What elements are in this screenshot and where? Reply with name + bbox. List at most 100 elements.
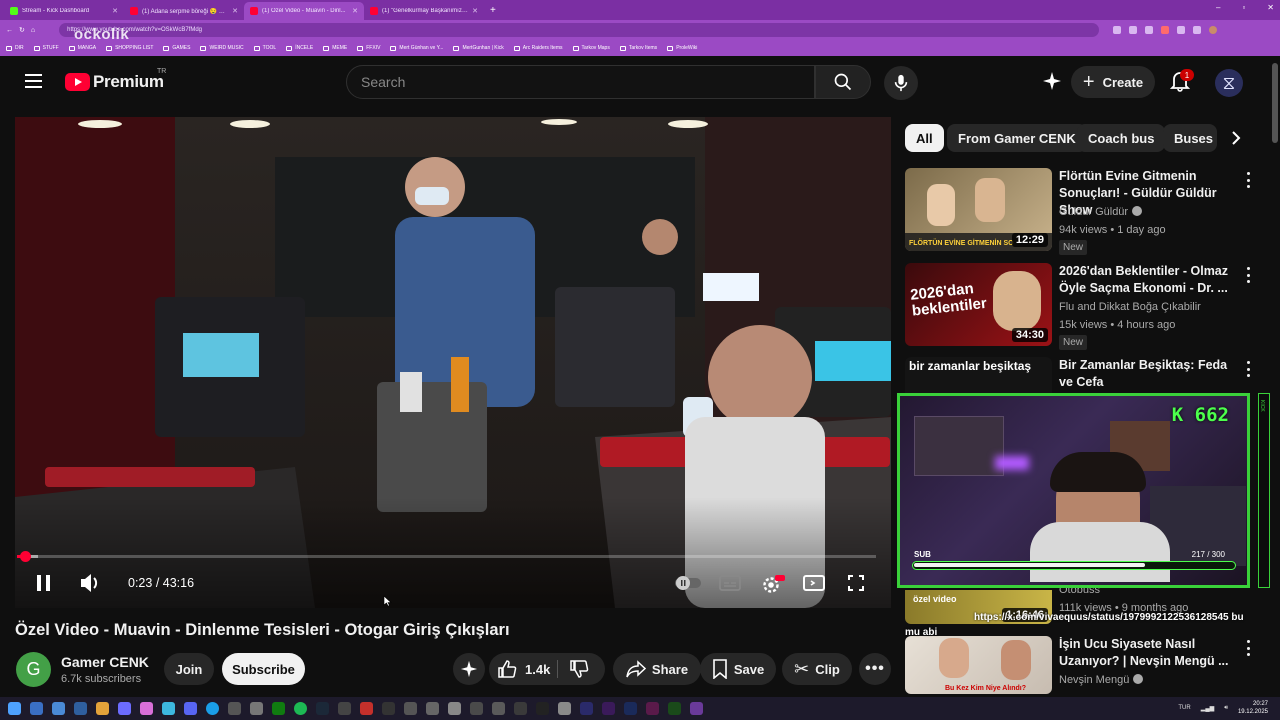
- recommendation-item[interactable]: Bu Kez Kim Niye Alındı? İşin Ucu Siyaset…: [905, 636, 1265, 694]
- bookmark-item[interactable]: DIR: [6, 45, 24, 51]
- taskbar-app-icon[interactable]: [250, 702, 263, 715]
- network-icon[interactable]: ▂▄▆: [1201, 705, 1214, 712]
- taskbar-app-icon[interactable]: [404, 702, 417, 715]
- join-button[interactable]: Join: [164, 653, 214, 685]
- new-tab-button[interactable]: +: [490, 5, 496, 16]
- bookmark-item[interactable]: ProleWiki: [667, 45, 697, 51]
- recommendation-channel[interactable]: Güldür Güldür: [1059, 206, 1143, 218]
- bookmark-item[interactable]: GAMES: [163, 45, 190, 51]
- taskbar-app-icon[interactable]: [536, 702, 549, 715]
- recommendation-channel[interactable]: Nevşin Mengü: [1059, 674, 1144, 686]
- taskbar-app-icon[interactable]: [272, 702, 285, 715]
- browser-tab[interactable]: (1) Adana serpme böreği 🤤 #bö... ✕: [124, 2, 244, 20]
- more-vertical-icon[interactable]: [1246, 267, 1250, 283]
- create-button[interactable]: + Create: [1071, 66, 1155, 98]
- recommendation-item[interactable]: özel video 1:16:46 Otobüss 111k views • …: [905, 584, 1265, 630]
- recommendation-channel[interactable]: Flu and Dikkat Boğa Çıkabilir: [1059, 301, 1201, 313]
- bookmark-item[interactable]: FFXIV: [357, 45, 380, 51]
- extension-icon[interactable]: [1161, 26, 1170, 34]
- ai-sparkle-icon[interactable]: [1042, 71, 1062, 96]
- fullscreen-button[interactable]: [847, 574, 865, 597]
- home-icon[interactable]: ⌂: [31, 27, 35, 34]
- bookmark-item[interactable]: MANGA: [68, 45, 96, 51]
- close-window-button[interactable]: ✕: [1267, 3, 1274, 12]
- bookmark-item[interactable]: Tarkov Maps: [572, 45, 610, 51]
- volume-button[interactable]: [79, 570, 101, 601]
- taskbar-app-icon[interactable]: [514, 702, 527, 715]
- bookmark-item[interactable]: Arc Raiders Items: [513, 45, 563, 51]
- chips-next-button[interactable]: [1222, 124, 1250, 152]
- taskbar-app-icon[interactable]: [624, 702, 637, 715]
- bookmark-item[interactable]: İNCELE: [286, 45, 313, 51]
- search-input[interactable]: Search: [346, 65, 815, 99]
- video-thumbnail[interactable]: Bu Kez Kim Niye Alındı?: [905, 636, 1052, 694]
- minimize-button[interactable]: –: [1216, 3, 1220, 12]
- page-scrollbar[interactable]: [1270, 57, 1280, 697]
- taskbar-app-icon[interactable]: [52, 702, 65, 715]
- subtitles-button[interactable]: [719, 574, 741, 597]
- taskbar-app-icon[interactable]: [96, 702, 109, 715]
- taskbar-app-icon[interactable]: [646, 702, 659, 715]
- maximize-button[interactable]: ▫: [1242, 3, 1245, 12]
- close-tab-icon[interactable]: ✕: [112, 7, 118, 15]
- taskbar-app-icon[interactable]: [360, 702, 373, 715]
- reload-icon[interactable]: ↻: [19, 26, 25, 34]
- taskbar-app-icon[interactable]: [140, 702, 153, 715]
- spotify-icon[interactable]: [294, 702, 307, 715]
- more-vertical-icon[interactable]: [1246, 172, 1250, 188]
- taskbar-app-icon[interactable]: [580, 702, 593, 715]
- channel-avatar[interactable]: G: [16, 652, 51, 687]
- save-button[interactable]: Save: [700, 653, 776, 685]
- extension-icon[interactable]: [1113, 26, 1122, 34]
- taskbar-app-icon[interactable]: [162, 702, 175, 715]
- language-indicator[interactable]: TUR: [1178, 705, 1190, 711]
- taskbar-app-icon[interactable]: [668, 702, 681, 715]
- browser-tab[interactable]: Stream - Kick Dashboard ✕: [4, 2, 124, 20]
- back-icon[interactable]: ←: [6, 27, 13, 34]
- recommendation-item[interactable]: bir zamanlar beşiktaş Bir Zamanlar Beşik…: [905, 357, 1265, 393]
- taskbar-app-icon[interactable]: [228, 702, 241, 715]
- settings-button[interactable]: [761, 574, 785, 601]
- scrollbar-thumb[interactable]: [1272, 63, 1278, 143]
- chip-all[interactable]: All: [905, 124, 944, 152]
- bookmark-item[interactable]: Tarkov Items: [619, 45, 657, 51]
- recommendation-title[interactable]: İşin Ucu Siyasete Nasıl Uzanıyor? | Nevş…: [1059, 636, 1237, 670]
- volume-tray-icon[interactable]: 🔊︎: [1224, 705, 1228, 712]
- recommendation-title[interactable]: Bir Zamanlar Beşiktaş: Feda ve Cefa: [1059, 357, 1237, 391]
- taskbar-app-icon[interactable]: [470, 702, 483, 715]
- video-thumbnail[interactable]: 2026'dan beklentiler 34:30: [905, 263, 1052, 346]
- profile-avatar-icon[interactable]: [1209, 26, 1218, 34]
- close-tab-icon[interactable]: ✕: [232, 7, 238, 15]
- taskbar-app-icon[interactable]: [690, 702, 703, 715]
- taskbar-app-icon[interactable]: [382, 702, 395, 715]
- more-actions-button[interactable]: •••: [859, 653, 891, 685]
- account-avatar[interactable]: ⧖: [1215, 69, 1243, 97]
- browser-tab[interactable]: (1) "Genelkurmay Başkanımız sıı... ✕: [364, 2, 484, 20]
- more-vertical-icon[interactable]: [1246, 640, 1250, 656]
- taskbar-app-icon[interactable]: [118, 702, 131, 715]
- video-player[interactable]: [15, 117, 891, 608]
- extension-icon[interactable]: [1129, 26, 1138, 34]
- subscribe-button[interactable]: Subscribe: [222, 653, 305, 685]
- search-button[interactable]: [815, 65, 871, 99]
- theater-mode-button[interactable]: [803, 574, 825, 597]
- progress-bar[interactable]: [17, 551, 876, 562]
- taskbar-app-icon[interactable]: [492, 702, 505, 715]
- voice-search-button[interactable]: [884, 66, 918, 100]
- taskbar-app-icon[interactable]: [74, 702, 87, 715]
- like-button[interactable]: 1.4k: [497, 659, 550, 679]
- ask-ai-button[interactable]: [453, 653, 485, 685]
- recommendation-item[interactable]: 2026'dan beklentiler 34:30 2026'dan Bekl…: [905, 263, 1265, 353]
- extension-icon[interactable]: [1145, 26, 1154, 34]
- pause-button[interactable]: [34, 570, 54, 601]
- windows-start-icon[interactable]: [8, 702, 21, 715]
- video-thumbnail[interactable]: bir zamanlar beşiktaş: [905, 357, 1052, 393]
- chip-from-channel[interactable]: From Gamer CENK: [947, 124, 1087, 152]
- taskbar-browser-icon[interactable]: [206, 702, 219, 715]
- taskbar-app-icon[interactable]: [426, 702, 439, 715]
- channel-name[interactable]: Gamer CENK: [61, 654, 149, 670]
- bookmark-item[interactable]: WEIRD MUSIC: [200, 45, 244, 51]
- taskbar-clock[interactable]: 20:27 19.12.2025: [1238, 700, 1268, 716]
- bookmark-item[interactable]: STUFF: [33, 45, 59, 51]
- more-vertical-icon[interactable]: [1246, 361, 1250, 377]
